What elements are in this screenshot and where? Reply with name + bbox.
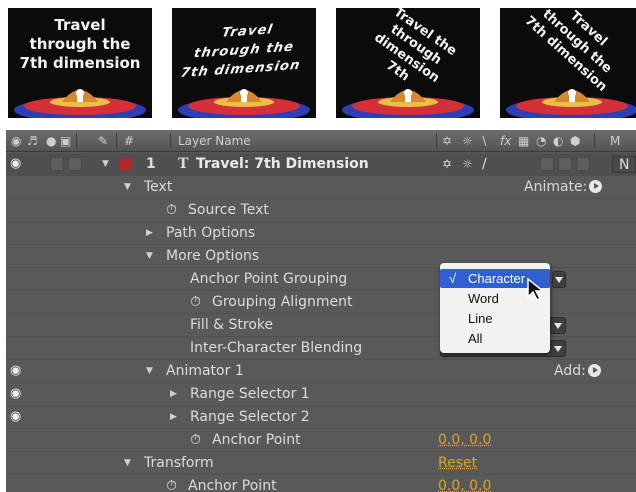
- lock-icon[interactable]: ▣: [60, 130, 71, 152]
- switch-box[interactable]: [558, 157, 572, 171]
- animate-button[interactable]: Animate:: [524, 176, 602, 198]
- preview-thumbnail-3: Travel the through dimension 7th: [336, 8, 480, 118]
- eye-icon[interactable]: ◉: [11, 130, 21, 152]
- stopwatch-icon[interactable]: ⏱: [166, 475, 177, 492]
- expand-triangle-icon[interactable]: ▼: [146, 245, 153, 267]
- eye-icon[interactable]: ◉: [10, 360, 21, 382]
- animator-label: Animator 1: [166, 360, 244, 382]
- stopwatch-icon[interactable]: ⏱: [190, 429, 201, 451]
- dropdown-arrow-icon: [555, 277, 563, 283]
- collapsed-triangle-icon[interactable]: ▶: [170, 406, 177, 428]
- animator-anchor-point-row[interactable]: ⏱ Anchor Point 0.0, 0.0: [6, 429, 636, 452]
- timeline-panel: ◉ ♬ ● ▣ ✎ # Layer Name ✡ ☼ ∖ fx ▦ ◔ ◐ ⬢ …: [6, 130, 636, 492]
- source-text-label: Source Text: [188, 199, 269, 221]
- layer-name[interactable]: Travel: 7th Dimension: [196, 153, 369, 175]
- shy-icon[interactable]: ✡: [442, 153, 452, 175]
- text-layer-icon: T: [178, 153, 188, 175]
- layer-row[interactable]: ◉ ▼ 1 T Travel: 7th Dimension ✡ ☼ ∕ N: [6, 153, 636, 176]
- eye-icon[interactable]: ◉: [10, 383, 21, 405]
- transform-anchor-point-row[interactable]: ⏱ Anchor Point 0.0, 0.0: [6, 475, 636, 492]
- range-selector-2-row[interactable]: ◉ ▶ Range Selector 2: [6, 406, 636, 429]
- add-button[interactable]: Add:: [554, 360, 601, 382]
- quality-icon[interactable]: ∖: [480, 130, 488, 152]
- solo-icon[interactable]: ●: [46, 130, 56, 152]
- mode-dropdown[interactable]: N: [612, 156, 636, 173]
- collapse-icon[interactable]: ☼: [462, 153, 473, 175]
- animator-row[interactable]: ◉ ▼ Animator 1 Add:: [6, 360, 636, 383]
- add-play-icon[interactable]: [588, 364, 601, 377]
- collapse-triangle-icon[interactable]: ▼: [102, 153, 109, 175]
- motion-blur-icon[interactable]: ◔: [536, 130, 546, 152]
- dropdown-arrow-icon: [554, 346, 562, 352]
- eye-icon[interactable]: ◉: [10, 406, 21, 428]
- animate-play-icon[interactable]: [589, 180, 602, 193]
- anchor-point-label: Anchor Point: [212, 429, 301, 451]
- source-text-row[interactable]: ⏱ Source Text: [6, 199, 636, 222]
- ufo-graphic: [8, 76, 152, 118]
- eye-icon[interactable]: ◉: [10, 153, 21, 175]
- menu-item-line[interactable]: Line: [440, 309, 550, 328]
- stopwatch-icon[interactable]: ⏱: [190, 291, 201, 313]
- range-selector-1-row[interactable]: ◉ ▶ Range Selector 1: [6, 383, 636, 406]
- anchor-point-grouping-label: Anchor Point Grouping: [190, 268, 347, 290]
- transform-row[interactable]: ▼ Transform Reset: [6, 452, 636, 475]
- dropdown-arrow-icon: [554, 323, 562, 329]
- mouse-cursor-icon: [526, 277, 548, 303]
- preview-thumbnail-2: Travel through the 7th dimension: [172, 8, 316, 118]
- range-selector-1-label: Range Selector 1: [190, 383, 310, 405]
- thumbnail-text: Travel through the 7th dimension: [8, 16, 152, 73]
- ufo-graphic: [172, 76, 316, 118]
- frame-blend-icon[interactable]: ▦: [518, 130, 529, 152]
- fx-icon[interactable]: fx: [500, 130, 511, 152]
- solo-toggle[interactable]: [50, 157, 64, 171]
- audio-icon[interactable]: ♬: [27, 130, 38, 152]
- path-options-label: Path Options: [166, 222, 255, 244]
- layer-number: 1: [146, 153, 156, 175]
- range-selector-2-label: Range Selector 2: [190, 406, 310, 428]
- collapsed-triangle-icon[interactable]: ▶: [170, 383, 177, 405]
- transform-anchor-point-value[interactable]: 0.0, 0.0: [438, 475, 491, 492]
- expand-triangle-icon[interactable]: ▼: [146, 360, 153, 382]
- layer-name-header[interactable]: Layer Name: [178, 130, 251, 152]
- path-options-row[interactable]: ▶ Path Options: [6, 222, 636, 245]
- expand-triangle-icon[interactable]: ▼: [124, 452, 131, 474]
- expand-triangle-icon[interactable]: ▼: [124, 176, 131, 198]
- grouping-alignment-label: Grouping Alignment: [212, 291, 352, 313]
- mode-column-header[interactable]: M: [610, 130, 620, 152]
- label-color-swatch[interactable]: [120, 158, 132, 170]
- switch-box[interactable]: [576, 157, 590, 171]
- number-column-header: #: [124, 130, 134, 152]
- menu-item-all[interactable]: All: [440, 329, 550, 348]
- preview-thumbnail-1: Travel through the 7th dimension: [8, 8, 152, 118]
- timeline-header: ◉ ♬ ● ▣ ✎ # Layer Name ✡ ☼ ∖ fx ▦ ◔ ◐ ⬢ …: [6, 130, 636, 152]
- collapse-icon[interactable]: ☼: [462, 130, 473, 152]
- text-group-label: Text: [144, 176, 172, 198]
- thumbnail-text: Travel through the 7th dimension: [172, 17, 316, 84]
- more-options-label: More Options: [166, 245, 259, 267]
- grouping-dropdown[interactable]: [552, 271, 566, 288]
- shy-icon[interactable]: ✡: [442, 130, 452, 152]
- transform-anchor-point-label: Anchor Point: [188, 475, 277, 492]
- ufo-graphic: [500, 76, 636, 118]
- reset-link[interactable]: Reset: [438, 452, 477, 474]
- text-group-row[interactable]: ▼ Text Animate:: [6, 176, 636, 199]
- preview-thumbnail-4: Travel through the 7th dimension: [500, 8, 636, 118]
- ufo-graphic: [336, 76, 480, 118]
- inter-character-blending-label: Inter-Character Blending: [190, 337, 362, 359]
- quality-icon[interactable]: ∕: [482, 153, 487, 175]
- anchor-point-value[interactable]: 0.0, 0.0: [438, 429, 491, 451]
- collapsed-triangle-icon[interactable]: ▶: [146, 222, 153, 244]
- fill-stroke-label: Fill & Stroke: [190, 314, 273, 336]
- 3d-icon[interactable]: ⬢: [570, 130, 580, 152]
- checkmark-icon: √: [449, 269, 456, 288]
- transform-label: Transform: [144, 452, 214, 474]
- label-tag-icon[interactable]: ✎: [98, 130, 108, 152]
- adjustment-icon[interactable]: ◐: [553, 130, 563, 152]
- lock-toggle[interactable]: [68, 157, 82, 171]
- switch-box[interactable]: [540, 157, 554, 171]
- stopwatch-icon[interactable]: ⏱: [166, 199, 177, 221]
